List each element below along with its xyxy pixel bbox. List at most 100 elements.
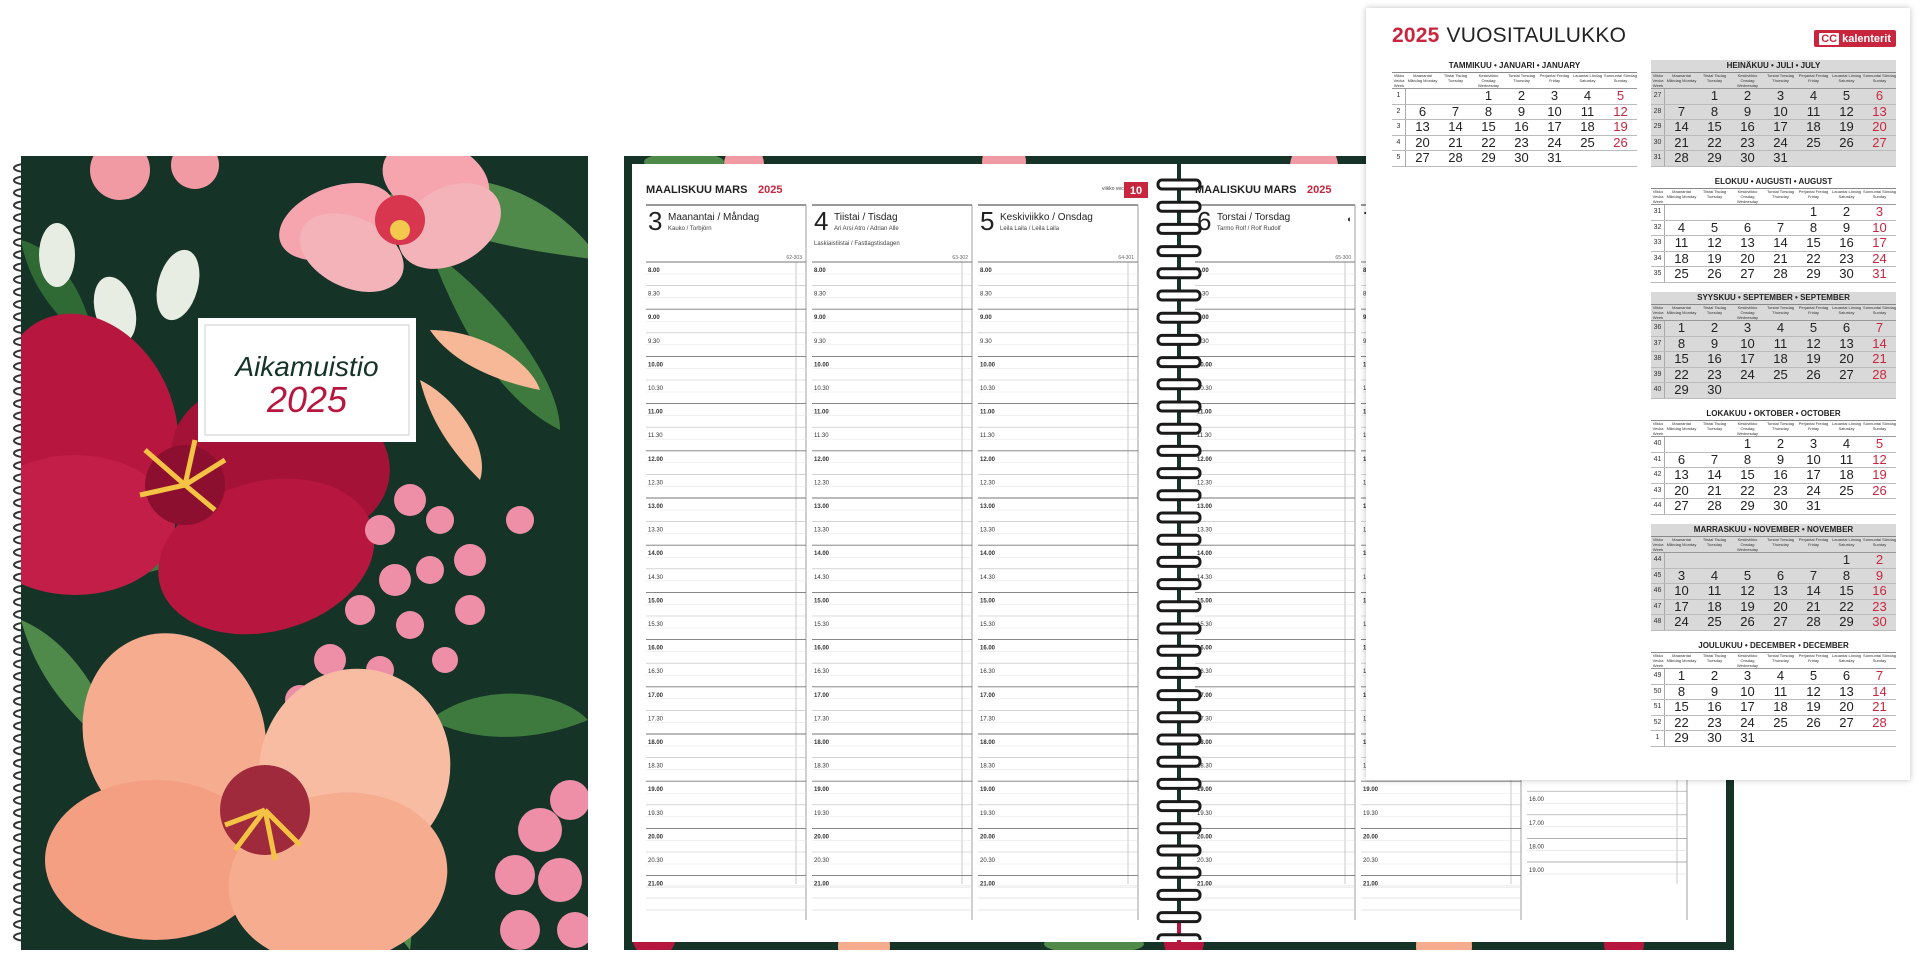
year-planner-year: 2025 xyxy=(1392,24,1440,47)
time-label: 18.00 xyxy=(814,740,830,746)
week-row: 41 6 7 8 9 10 11 12 xyxy=(1651,452,1896,469)
week-number: 50 xyxy=(1651,684,1665,700)
day-cell: 3 xyxy=(1550,88,1559,103)
day-cell: 6 xyxy=(1875,88,1884,103)
day-cell: 5 xyxy=(1616,88,1625,103)
day-cell: 21 xyxy=(1872,351,1887,367)
time-label: 10.00 xyxy=(648,362,664,368)
month-block: LOKAKUU • OKTOBER • OCTOBER Viikko Vecka … xyxy=(1651,408,1896,515)
time-label: 17.00 xyxy=(648,693,664,699)
time-label: 15.00 xyxy=(980,598,996,604)
time-label: 8.30 xyxy=(980,292,992,298)
day-cell: 24 xyxy=(1674,614,1689,630)
spiral-ring xyxy=(1156,356,1202,369)
weekday-label: Tiistai Tisdag Tuesday xyxy=(1702,189,1727,199)
day-cell: 30 xyxy=(1707,730,1722,746)
week-number: 4 xyxy=(1392,135,1406,151)
time-label: 16.00 xyxy=(648,646,664,652)
time-label: 18.00 xyxy=(648,740,664,746)
day-cell: 28 xyxy=(1806,614,1821,630)
day-cell: 28 xyxy=(1674,150,1689,166)
time-label: 18.30 xyxy=(814,764,830,770)
day-cell: 17 xyxy=(1872,235,1887,251)
time-label: 14.00 xyxy=(648,551,664,557)
time-label: 13.00 xyxy=(980,504,996,510)
month-block: JOULUKUU • DECEMBER • DECEMBER Viikko Vec… xyxy=(1651,640,1896,747)
day-cell: 21 xyxy=(1872,699,1887,715)
day-cell: 14 xyxy=(1806,583,1821,599)
day-cell: 24 xyxy=(1806,482,1821,498)
day-cell: 10 xyxy=(1674,583,1689,599)
time-label: 8.30 xyxy=(648,292,660,298)
weekday-label: Lauantai Lördag Saturday xyxy=(1832,653,1861,663)
day-cell: 20 xyxy=(1839,699,1854,715)
spiral-binding-center xyxy=(1156,178,1202,940)
day-cell xyxy=(1797,553,1830,568)
time-label: 17.00 xyxy=(814,693,830,699)
time-label: 12.00 xyxy=(648,457,664,463)
day-cell: 27 xyxy=(1740,266,1755,282)
day-cell: 17 xyxy=(1773,119,1788,135)
week-row: 40 29 30 xyxy=(1651,383,1896,399)
day-cell xyxy=(1571,151,1604,166)
time-label: 18.30 xyxy=(648,764,664,770)
day-cell: 11 xyxy=(1773,335,1788,351)
time-label: 9.30 xyxy=(814,339,826,345)
day-cell: 27 xyxy=(1839,714,1854,730)
day-cell: 7 xyxy=(1677,103,1686,119)
spiral-ring xyxy=(1156,222,1202,235)
month-title: HEINÄKUU • JULI • JULY xyxy=(1651,60,1896,73)
week-number: 1 xyxy=(1392,89,1406,104)
week-number: 37 xyxy=(1651,336,1665,352)
day-cell: 20 xyxy=(1415,134,1430,150)
day-cell: 29 xyxy=(1839,614,1854,630)
day-cell xyxy=(1406,89,1439,104)
day-cell: 5 xyxy=(1809,668,1818,683)
day-cell: 23 xyxy=(1707,366,1722,382)
day-cell xyxy=(1830,383,1863,398)
day-cell: 6 xyxy=(1418,103,1427,119)
day-cell: 1 xyxy=(1842,552,1851,567)
time-label: 11.30 xyxy=(980,433,995,439)
week-number: 29 xyxy=(1651,120,1665,135)
day-cell: 19 xyxy=(1740,598,1755,614)
spiral-ring xyxy=(1156,178,1202,191)
time-label: 14.30 xyxy=(814,575,830,581)
day-cell: 13 xyxy=(1674,467,1689,483)
time-label: 19.00 xyxy=(1529,868,1545,874)
cover-year: 2025 xyxy=(266,379,348,420)
week-row: 4 20 21 22 23 24 25 26 xyxy=(1392,134,1637,152)
week-column-label: Viikko Vecka Week xyxy=(1652,73,1664,88)
day-cell xyxy=(1665,553,1698,568)
day-cell xyxy=(1863,383,1896,398)
weekday-label: Tiistai Tisdag Tuesday xyxy=(1443,73,1468,83)
week-number: 31 xyxy=(1651,151,1665,166)
weekday-label: Sunnuntai Söndag Sunday xyxy=(1863,653,1896,663)
spiral-ring xyxy=(1156,333,1202,346)
weekday-label: Keskiviikko Onsdag Wednesday xyxy=(1736,537,1759,552)
time-label: 11.30 xyxy=(648,433,663,439)
day-cell: 4 xyxy=(1809,88,1818,103)
week-number: 31 xyxy=(1651,205,1665,220)
day-cell: 6 xyxy=(1842,668,1851,683)
day-cell: 8 xyxy=(1809,219,1818,235)
time-label: 19.30 xyxy=(814,811,830,817)
day-number: 4 xyxy=(814,206,828,236)
day-cell xyxy=(1665,437,1698,452)
week-number: 10 xyxy=(1130,185,1142,197)
day-cell: 16 xyxy=(1740,119,1755,135)
week-row: 3 13 14 15 16 17 18 19 xyxy=(1392,120,1637,136)
week-number: 52 xyxy=(1651,715,1665,731)
weekday-label: Maanantai Måndag Monday xyxy=(1666,537,1697,547)
day-cell: 4 xyxy=(1583,88,1592,103)
time-label: 13.30 xyxy=(980,528,996,534)
weekday-label: Torstai Torsdag Thursday xyxy=(1507,73,1536,83)
day-cell: 17 xyxy=(1740,351,1755,367)
time-label: 11.30 xyxy=(814,433,829,439)
time-label: 9.00 xyxy=(814,315,826,321)
time-label: 16.00 xyxy=(814,646,830,652)
time-label: 15.30 xyxy=(814,622,830,628)
day-cell: 11 xyxy=(1773,683,1788,699)
day-cell: 13 xyxy=(1839,683,1854,699)
month-title: LOKAKUU • OKTOBER • OCTOBER xyxy=(1651,408,1896,421)
